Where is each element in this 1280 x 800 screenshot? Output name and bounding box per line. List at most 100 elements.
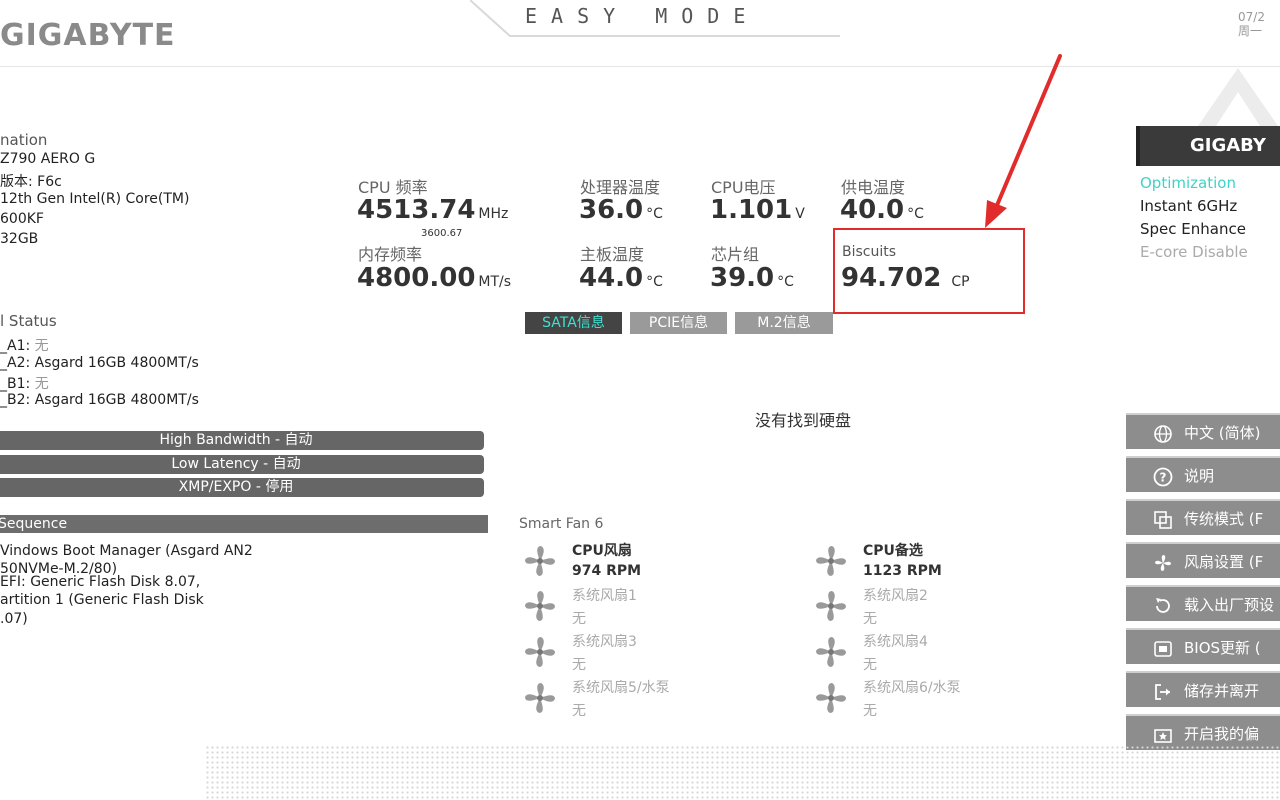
button-label: 储存并离开: [1184, 682, 1260, 700]
fan-item[interactable]: CPU备选 1123 RPM: [810, 538, 1040, 582]
smart-fan-title: Smart Fan 6: [519, 516, 604, 532]
unit: °C: [646, 274, 663, 290]
button-label: BIOS更新 (: [1184, 639, 1261, 657]
cpu-freq-value: 4513.74 MHz: [357, 195, 508, 225]
weekday-text: 周一: [1238, 24, 1263, 38]
fan-speed: 无: [863, 611, 877, 627]
option-ecore-disable[interactable]: E-core Disable: [1140, 243, 1248, 261]
option-spec-enhance[interactable]: Spec Enhance: [1140, 220, 1246, 238]
exit-icon: [1155, 683, 1170, 700]
bios-version: 版本: F6c: [0, 174, 62, 190]
memory-size: 32GB: [0, 231, 39, 247]
vrm-temp-value: 40.0 °C: [840, 195, 924, 225]
fan-icon: [519, 631, 561, 673]
unit: °C: [646, 206, 663, 222]
mem-freq-value: 4800.00 MT/s: [357, 263, 511, 293]
save-exit-button[interactable]: 储存并离开: [1126, 671, 1280, 707]
unit: °C: [907, 206, 924, 222]
fan-icon: [519, 540, 561, 582]
gigabyte-logo: GIGABYTE: [0, 18, 176, 53]
value: 1.101: [710, 195, 793, 225]
button-label: 风扇设置 (F: [1184, 553, 1264, 571]
boot-item[interactable]: EFI: Generic Flash Disk 8.07,: [0, 574, 200, 590]
svg-text:?: ?: [1160, 470, 1167, 484]
boot-sequence-title: Sequence: [0, 515, 488, 533]
chipset-temp-value: 39.0 °C: [710, 263, 794, 293]
option-instant-6ghz[interactable]: Instant 6GHz: [1140, 197, 1237, 215]
help-icon: ?: [1153, 467, 1173, 486]
slot-value: 无: [34, 338, 49, 354]
fan-speed: 无: [572, 611, 586, 627]
button-label: 开启我的偏: [1184, 725, 1260, 743]
fan-speed: 无: [863, 657, 877, 673]
date-text: 07/2: [1238, 10, 1265, 24]
board-model: Z790 AERO G: [0, 151, 96, 167]
fan-item[interactable]: 系统风扇5/水泵无: [519, 675, 749, 719]
date-display: 07/2 周一: [1238, 10, 1265, 38]
low-latency-button[interactable]: Low Latency - 自动: [0, 455, 484, 474]
header-divider: [0, 66, 1280, 67]
cpu-model-suffix: 600KF: [0, 211, 44, 227]
fan-speed: 974 RPM: [572, 563, 642, 579]
language-button[interactable]: 中文 (简体): [1126, 413, 1280, 449]
fan-item[interactable]: 系统风扇1 无: [519, 583, 749, 627]
value: 40.0: [840, 195, 905, 225]
fan-icon: [810, 677, 852, 719]
tab-pcie-info[interactable]: PCIE信息: [630, 312, 727, 334]
fan-speed: 无: [863, 703, 877, 719]
dram-slot-a1: _A1: 无: [0, 335, 49, 355]
cpu-base-freq: 3600.67: [421, 228, 463, 239]
page-title: EASY MODE: [525, 4, 760, 28]
button-label: 中文 (简体): [1184, 424, 1261, 442]
fan-settings-button[interactable]: 风扇设置 (F: [1126, 542, 1280, 578]
cpu-voltage-value: 1.101 V: [710, 195, 805, 225]
slot-label: _A2:: [0, 355, 31, 371]
value: 4513.74: [357, 195, 476, 225]
boot-item-cont: artition 1 (Generic Flash Disk: [0, 592, 204, 608]
slot-label: _B1:: [0, 376, 31, 392]
value: 94.702: [841, 263, 942, 293]
biscuits-label: Biscuits: [842, 244, 897, 260]
slot-value: Asgard 16GB 4800MT/s: [34, 355, 199, 371]
slot-value: Asgard 16GB 4800MT/s: [34, 392, 199, 408]
button-label: 传统模式 (F: [1184, 510, 1264, 528]
slot-label: _B2:: [0, 392, 31, 408]
dram-status-title: l Status: [0, 312, 57, 330]
fan-item[interactable]: CPU风扇 974 RPM: [519, 538, 749, 582]
high-bandwidth-button[interactable]: High Bandwidth - 自动: [0, 431, 484, 450]
tab-m2-info[interactable]: M.2信息: [735, 312, 833, 334]
fan-name: 系统风扇1: [572, 588, 637, 604]
boot-item[interactable]: Vindows Boot Manager (Asgard AN2: [0, 543, 253, 559]
fan-name: 系统风扇5/水泵: [572, 680, 670, 696]
fan-icon: [810, 540, 852, 582]
info-section-title: nation: [0, 131, 48, 149]
bios-update-icon: [1154, 640, 1172, 657]
fan-item[interactable]: 系统风扇2 无: [810, 583, 1040, 627]
fan-speed: 1123 RPM: [863, 563, 942, 579]
button-label: 说明: [1184, 467, 1215, 485]
load-defaults-button[interactable]: 载入出厂预设: [1126, 585, 1280, 621]
slot-value: 无: [34, 376, 49, 392]
value: 39.0: [710, 263, 775, 293]
xmp-expo-button[interactable]: XMP/EXPO - 停用: [0, 478, 484, 497]
fan-icon: [1155, 554, 1171, 571]
fan-item[interactable]: 系统风扇4 无: [810, 629, 1040, 673]
biscuits-value: 94.702 CP: [841, 263, 970, 293]
unit: °C: [777, 274, 794, 290]
button-label: 载入出厂预设: [1184, 596, 1275, 614]
decorative-dot-pattern: [205, 745, 1280, 800]
classic-mode-button[interactable]: 传统模式 (F: [1126, 499, 1280, 535]
unit: CP: [951, 274, 970, 290]
mem-freq-label: 内存频率: [358, 245, 423, 264]
chipset-label: 芯片组: [711, 245, 760, 264]
option-optimization[interactable]: Optimization: [1140, 174, 1236, 192]
fan-icon: [519, 677, 561, 719]
value: 36.0: [579, 195, 644, 225]
fan-item[interactable]: 系统风扇6/水泵无: [810, 675, 1040, 719]
tab-sata-info[interactable]: SATA信息: [525, 312, 622, 334]
unit: MT/s: [478, 274, 512, 290]
bios-update-button[interactable]: BIOS更新 (: [1126, 628, 1280, 664]
help-button[interactable]: ? 说明: [1126, 456, 1280, 492]
fan-item[interactable]: 系统风扇3 无: [519, 629, 749, 673]
brand-banner: GIGABY: [1136, 126, 1280, 166]
